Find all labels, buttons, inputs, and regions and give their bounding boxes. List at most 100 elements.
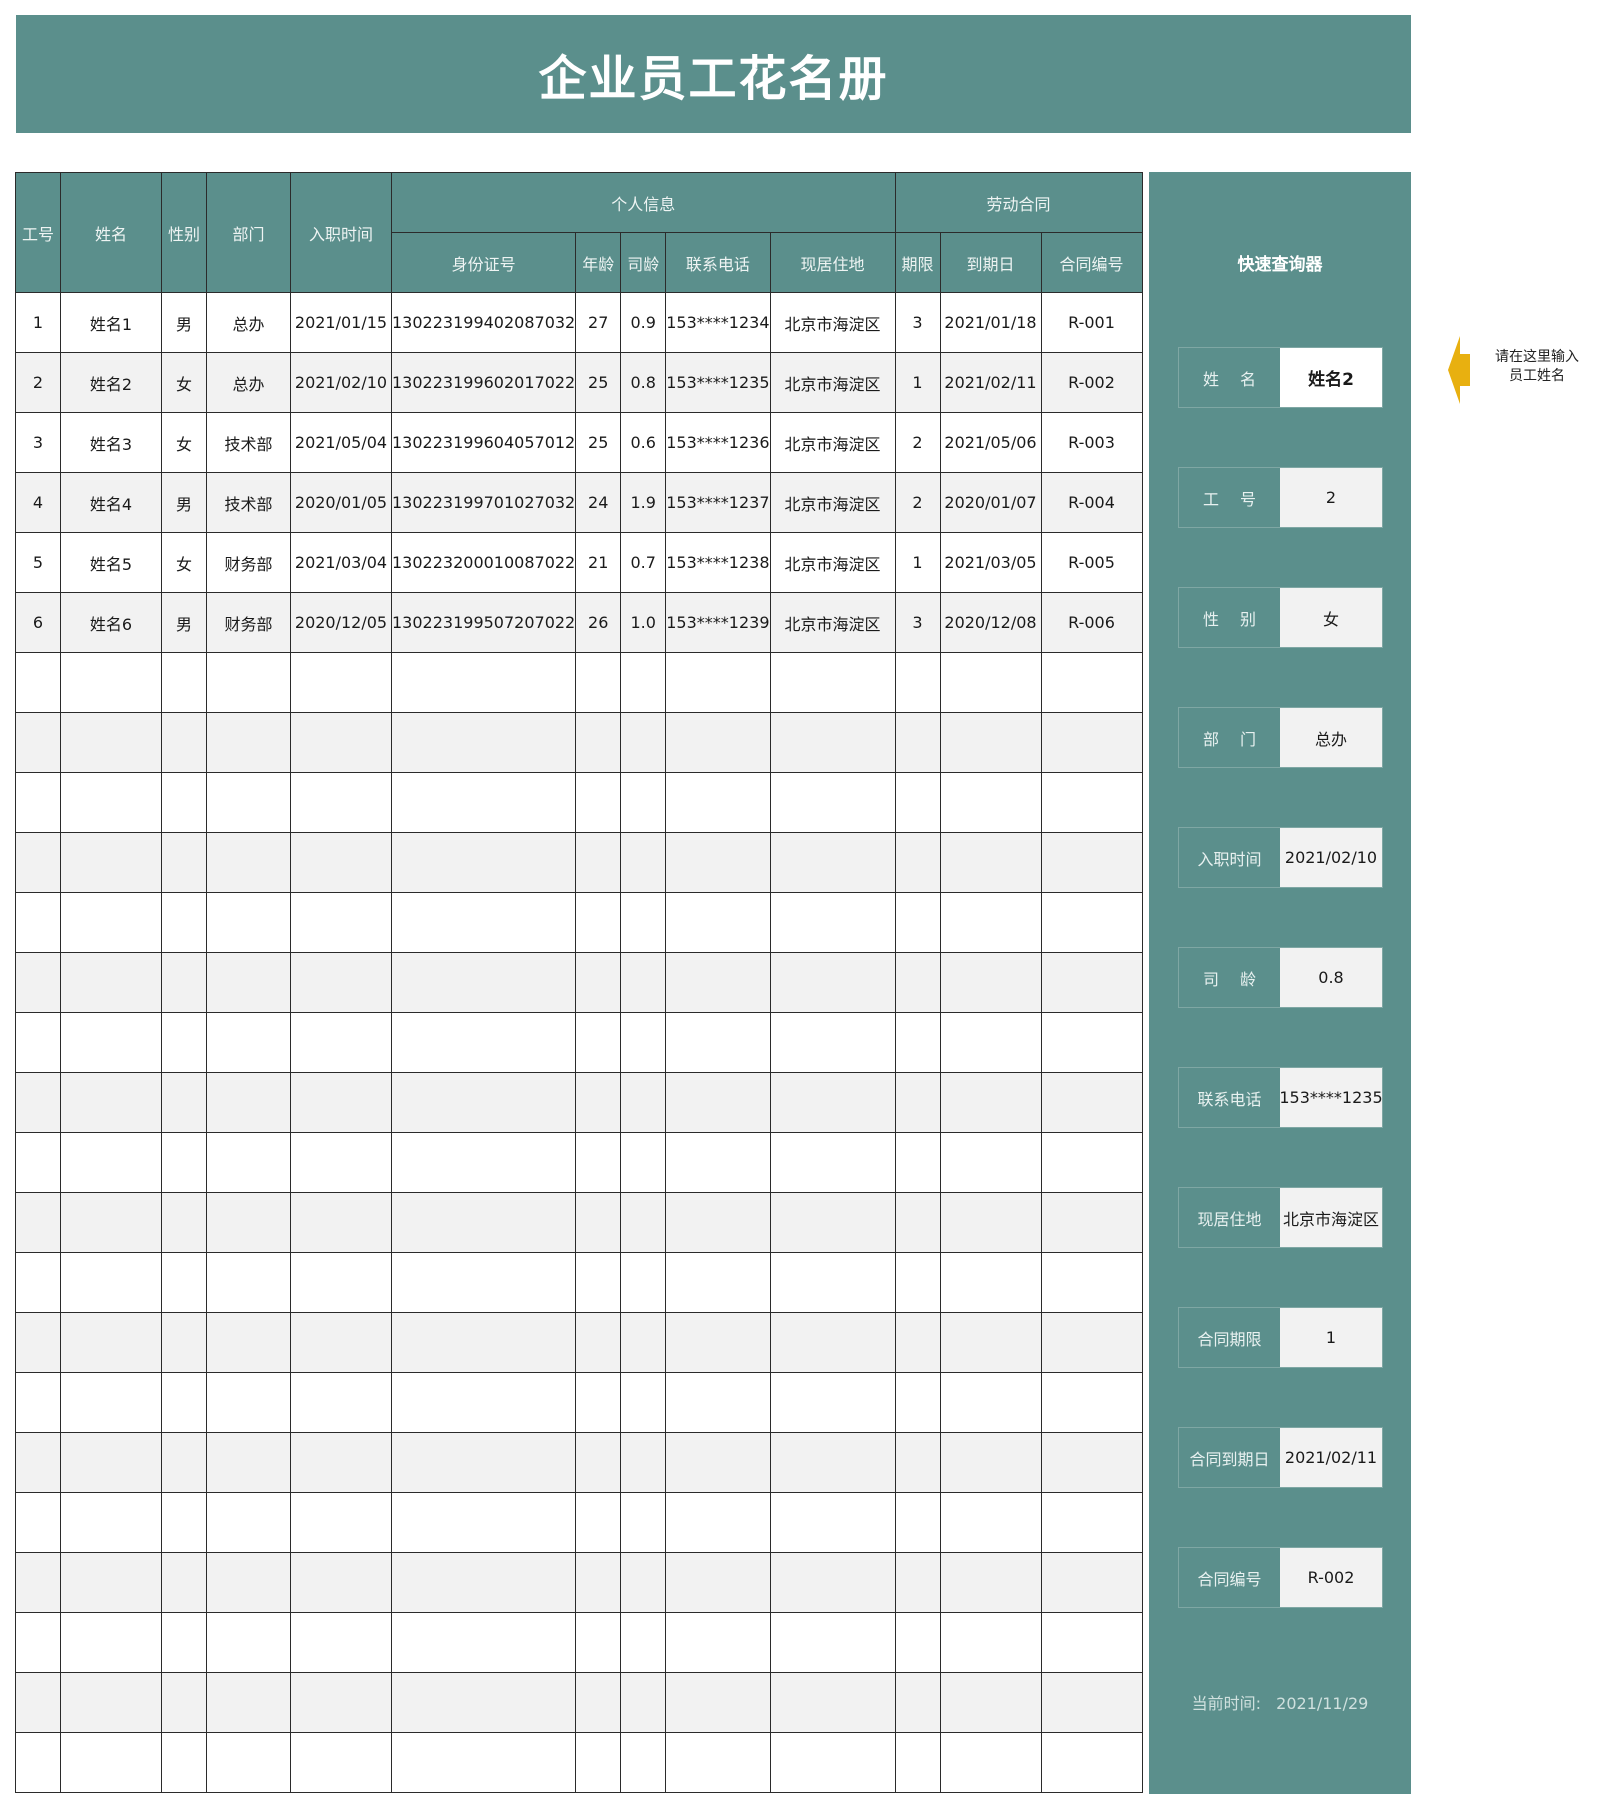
cell-empty[interactable]	[620, 1192, 667, 1253]
cell-empty[interactable]	[939, 1192, 1042, 1253]
cell-empty[interactable]	[161, 1372, 207, 1433]
cell-empty[interactable]	[206, 892, 291, 953]
cell-empty[interactable]	[1040, 1672, 1143, 1733]
cell-empty[interactable]	[15, 772, 61, 833]
cell-empty[interactable]	[60, 1312, 162, 1373]
cell-dept[interactable]: 财务部	[206, 592, 291, 653]
cell-empty[interactable]	[60, 832, 162, 893]
cell-empty[interactable]	[620, 1612, 667, 1673]
cell-empty[interactable]	[1040, 832, 1143, 893]
cell-age[interactable]: 25	[575, 412, 622, 473]
cell-empty[interactable]	[60, 1192, 162, 1253]
cell-empty[interactable]	[15, 1552, 61, 1613]
cell-empty[interactable]	[290, 1192, 392, 1253]
cell-empty[interactable]	[665, 892, 771, 953]
cell-empty[interactable]	[15, 832, 61, 893]
cell-empty[interactable]	[575, 1372, 622, 1433]
cell-empty[interactable]	[894, 892, 941, 953]
cell-empty[interactable]	[620, 772, 667, 833]
cell-empty[interactable]	[894, 1132, 941, 1193]
cell-empty[interactable]	[206, 1072, 291, 1133]
cell-address[interactable]: 北京市海淀区	[769, 472, 896, 533]
cell-empty[interactable]	[206, 1372, 291, 1433]
cell-empty[interactable]	[769, 1252, 896, 1313]
cell-empty[interactable]	[390, 1312, 577, 1373]
cell-empty[interactable]	[894, 652, 941, 713]
cell-empty[interactable]	[60, 652, 162, 713]
cell-address[interactable]: 北京市海淀区	[769, 292, 896, 353]
cell-empty[interactable]	[15, 1192, 61, 1253]
cell-empty[interactable]	[575, 1012, 622, 1073]
cell-empty[interactable]	[939, 1372, 1042, 1433]
cell-expiry[interactable]: 2021/02/11	[939, 352, 1042, 413]
cell-empty[interactable]	[939, 712, 1042, 773]
cell-name[interactable]: 姓名6	[60, 592, 162, 653]
cell-empty[interactable]	[894, 1192, 941, 1253]
cell-join-date[interactable]: 2021/02/10	[290, 352, 392, 413]
cell-empty[interactable]	[206, 1012, 291, 1073]
cell-expiry[interactable]: 2021/01/18	[939, 292, 1042, 353]
cell-empty[interactable]	[1040, 1492, 1143, 1553]
cell-phone[interactable]: 153****1239	[665, 592, 771, 653]
cell-emp-id[interactable]: 1	[15, 292, 61, 353]
cell-empty[interactable]	[161, 1192, 207, 1253]
cell-name[interactable]: 姓名5	[60, 532, 162, 593]
cell-empty[interactable]	[390, 1492, 577, 1553]
cell-empty[interactable]	[15, 1132, 61, 1193]
cell-empty[interactable]	[15, 892, 61, 953]
cell-empty[interactable]	[290, 1612, 392, 1673]
cell-empty[interactable]	[15, 1732, 61, 1793]
cell-empty[interactable]	[161, 1012, 207, 1073]
cell-empty[interactable]	[390, 952, 577, 1013]
cell-empty[interactable]	[1040, 1432, 1143, 1493]
cell-empty[interactable]	[620, 1492, 667, 1553]
cell-term[interactable]: 3	[894, 292, 941, 353]
cell-empty[interactable]	[939, 652, 1042, 713]
cell-phone[interactable]: 153****1237	[665, 472, 771, 533]
cell-empty[interactable]	[575, 1192, 622, 1253]
cell-join-date[interactable]: 2021/03/04	[290, 532, 392, 593]
cell-address[interactable]: 北京市海淀区	[769, 352, 896, 413]
cell-empty[interactable]	[769, 772, 896, 833]
cell-empty[interactable]	[620, 1672, 667, 1733]
cell-tenure[interactable]: 1.0	[620, 592, 667, 653]
cell-term[interactable]: 1	[894, 532, 941, 593]
cell-empty[interactable]	[620, 1732, 667, 1793]
cell-age[interactable]: 24	[575, 472, 622, 533]
cell-empty[interactable]	[60, 892, 162, 953]
cell-empty[interactable]	[939, 1492, 1042, 1553]
cell-empty[interactable]	[665, 712, 771, 773]
cell-empty[interactable]	[390, 832, 577, 893]
cell-empty[interactable]	[575, 712, 622, 773]
cell-empty[interactable]	[206, 712, 291, 773]
cell-empty[interactable]	[390, 1372, 577, 1433]
cell-empty[interactable]	[161, 952, 207, 1013]
cell-empty[interactable]	[60, 1072, 162, 1133]
cell-empty[interactable]	[1040, 1132, 1143, 1193]
cell-empty[interactable]	[894, 1552, 941, 1613]
cell-empty[interactable]	[206, 772, 291, 833]
cell-empty[interactable]	[161, 1312, 207, 1373]
cell-empty[interactable]	[894, 712, 941, 773]
cell-empty[interactable]	[575, 1132, 622, 1193]
cell-empty[interactable]	[390, 1612, 577, 1673]
cell-id-number[interactable]: 130223199701027032	[390, 472, 577, 533]
cell-empty[interactable]	[390, 772, 577, 833]
cell-empty[interactable]	[290, 1552, 392, 1613]
cell-empty[interactable]	[620, 1552, 667, 1613]
cell-empty[interactable]	[60, 1612, 162, 1673]
cell-empty[interactable]	[894, 1252, 941, 1313]
cell-empty[interactable]	[575, 1552, 622, 1613]
cell-empty[interactable]	[894, 1492, 941, 1553]
cell-gender[interactable]: 男	[161, 292, 207, 353]
cell-empty[interactable]	[665, 1312, 771, 1373]
cell-empty[interactable]	[620, 1252, 667, 1313]
cell-empty[interactable]	[894, 1012, 941, 1073]
cell-empty[interactable]	[575, 1492, 622, 1553]
cell-empty[interactable]	[161, 832, 207, 893]
cell-empty[interactable]	[665, 952, 771, 1013]
cell-term[interactable]: 3	[894, 592, 941, 653]
cell-empty[interactable]	[894, 1732, 941, 1793]
cell-name[interactable]: 姓名3	[60, 412, 162, 473]
cell-empty[interactable]	[939, 832, 1042, 893]
